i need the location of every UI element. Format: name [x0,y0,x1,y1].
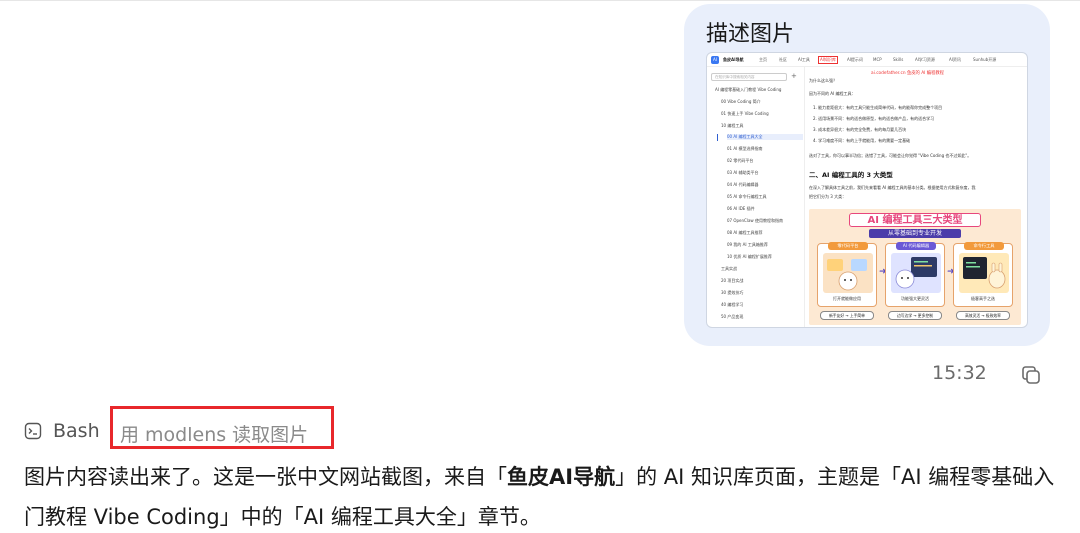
poster-card-caption: 极客高手之选 [971,296,995,301]
top-divider [0,0,1080,1]
site-sidebar-item: 工具实战 [721,266,737,271]
site-sidebar-item: 10 优质 AI 编程扩展推荐 [727,254,772,259]
site-sidebar: 在知识库中搜索相关内容 + AI 编程零基础入门教程 Vibe Coding 0… [707,67,805,327]
site-article-line: 4. 学习难度不同：有的上手就能用，有的需要一定基础 [813,138,911,143]
site-nav-item: 社区 [779,57,787,62]
tool-name[interactable]: Bash [53,420,100,442]
site-sidebar-item: 01 AI 模型选择指南 [727,146,763,151]
site-sidebar-item: 08 AI 编程工具推荐 [727,230,763,235]
user-message-text: 描述图片 [706,22,795,47]
site-nav-item: 主页 [759,57,767,62]
site-nav-item-active: AI知识库 [818,56,838,64]
site-sidebar-item: 04 AI 代码编辑器 [727,182,759,187]
site-navbar: AI 鱼皮AI导航 主页 社区 AI工具 AI知识库 AI提示词 MCP Ski… [707,53,1027,67]
assistant-message-bold: 鱼皮AI导航 [507,465,616,489]
site-sidebar-item: 00 Vibe Coding 简介 [721,99,761,104]
site-search-input: 在知识库中搜索相关内容 [711,73,787,81]
poster-card-title: 命令行工具 [964,242,1004,250]
site-article-line: 3. 成本差异很大：有的完全免费，有的每月要几百块 [813,127,907,132]
poster-card-caption: 打开就能做应用 [833,296,861,301]
site-nav-item: Sunhub开源 [973,57,997,62]
poster-card-footer: 边写边学 → 更多控制 [888,311,942,320]
site-watermark-link: ai.codefather.cn 鱼皮的 AI 编程教程 [871,71,944,76]
site-sidebar-item: 30 提效技巧 [721,290,744,295]
tool-command[interactable]: 用 modlens 读取图片 [120,420,308,447]
site-nav-item: AI提示词 [847,57,863,62]
poster-card-title: AI 代码编辑器 [896,242,936,250]
poster-card-caption: 功能强大更灵活 [901,296,929,301]
site-article-line: 在深入了解具体工具之前，我们先来看看 AI 编程工具的基本分类。根据使用方式和复… [809,185,976,190]
message-timestamp: 15:32 [932,362,987,384]
assistant-message: 图片内容读出来了。这是一张中文网站截图，来自「鱼皮AI导航」的 AI 知识库页面… [24,457,1064,533]
site-article-line: 为什么这么强？ [809,78,837,83]
site-sidebar-item: AI 编程零基础入门教程 Vibe Coding [715,87,782,92]
poster-card: 零代码平台 打开就能做应用 [817,242,877,307]
site-sidebar-item: 20 项目实战 [721,278,744,283]
site-sidebar-item-selected: 00 AI 编程工具大全 [727,134,803,140]
poster-card: AI 代码编辑器 功能强大更灵活 [885,242,945,307]
poster-card-title: 零代码平台 [828,242,868,250]
poster-card: 命令行工具 极客高手之选 [953,242,1013,307]
poster-card-illustration [959,253,1009,293]
site-article-line: 2. 适用场景不同：有的适合做原型，有的适合做产品，有的适合学习 [813,116,935,121]
site-article-heading: 二、AI 编程工具的 3 大类型 [809,171,893,179]
poster-card-footer: 高效灵活 → 极致效率 [956,311,1010,320]
site-logo-icon: AI [711,56,719,64]
site-sidebar-item: 02 零代码平台 [727,158,754,163]
poster-card-footer: 新手友好 → 上手简单 [820,311,874,320]
site-brand: 鱼皮AI导航 [723,57,744,62]
site-nav-item: AI工具 [798,57,810,62]
terminal-icon [24,422,42,440]
poster-card-illustration [891,253,941,293]
site-sidebar-item: 07 OpenClaw 使用教程和指南 [727,218,783,223]
user-message-bubble: 描述图片 AI 鱼皮AI导航 主页 社区 AI工具 AI知识库 AI提示词 MC… [684,4,1050,346]
site-sidebar-item: 06 AI IDE 插件 [727,206,755,211]
site-nav-item: AI资讯 [949,57,961,62]
site-sidebar-item: 05 AI 命令行编程工具 [727,194,767,199]
site-sidebar-item: 40 编程学习 [721,302,744,307]
site-article-line: 选对了工具，你可以事半功倍；选错了工具，可能会让你觉得 "Vibe Coding… [809,153,972,158]
copy-icon[interactable] [1020,364,1042,386]
site-article-line: 1. 能力差距很大：有的工具只能生成简单代码，有的能帮你完成整个项目 [813,105,943,110]
site-nav-item: Skills [893,57,904,62]
poster-subtitle: 从零基础到专业开发 [869,229,961,238]
assistant-message-part: 图片内容读出来了。这是一张中文网站截图，来自「 [24,465,507,489]
site-poster-image: AI 编程工具三大类型 从零基础到专业开发 零代码平台 打开就能做应用 ➜ AI… [809,209,1021,325]
site-sidebar-item: 50 产品变现 [721,314,744,319]
site-article: ai.codefather.cn 鱼皮的 AI 编程教程 为什么这么强？ 因为不… [809,67,1027,327]
site-nav-item: AI学习资源 [915,57,935,62]
site-sidebar-item: 03 AI 辅助类平台 [727,170,759,175]
site-article-line: 把它们分为 3 大类： [809,194,847,199]
site-article-line: 因为不同的 AI 编程工具： [809,91,856,96]
site-sidebar-item: 01 快速上手 Vibe Coding [721,111,769,116]
site-sidebar-selected-bar [717,134,718,141]
poster-title: AI 编程工具三大类型 [849,213,981,227]
site-nav-item: MCP [873,57,882,62]
poster-card-illustration [823,253,873,293]
site-sidebar-item: 10 编程工具 [721,123,744,128]
attached-image-thumbnail[interactable]: AI 鱼皮AI导航 主页 社区 AI工具 AI知识库 AI提示词 MCP Ski… [706,52,1028,328]
plus-icon: + [791,72,797,80]
site-sidebar-item: 09 我的 AI 工具箱推荐 [727,242,768,247]
